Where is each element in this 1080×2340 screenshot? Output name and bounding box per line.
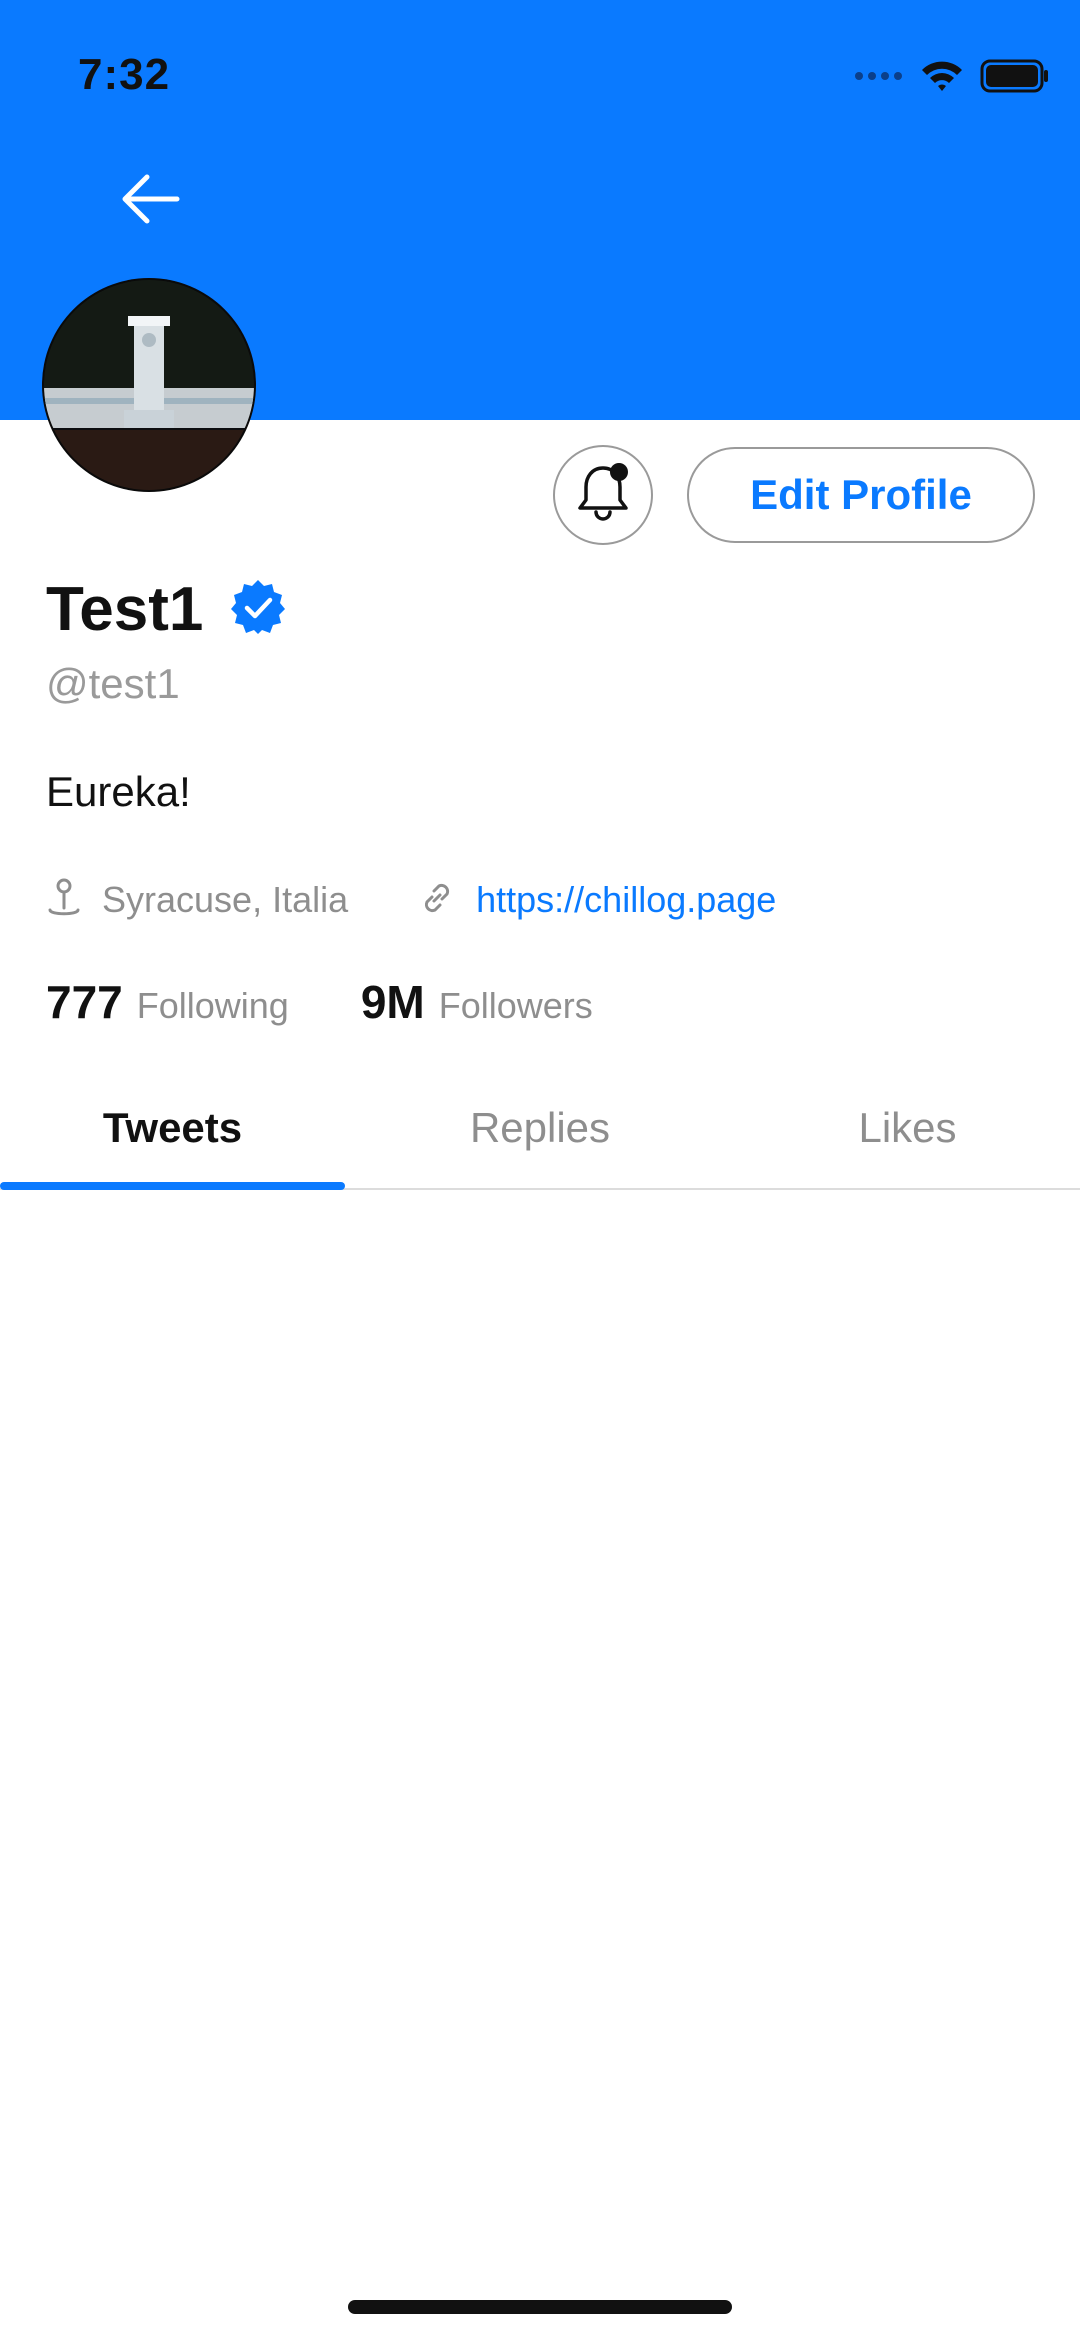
signal-dots-icon — [854, 69, 904, 87]
profile-screen: 7:32 Edit Profile Test1 @test1 Eureka! S… — [0, 0, 1080, 2340]
followers-label[interactable]: Followers — [439, 985, 593, 1027]
website[interactable]: https://chillog.page — [418, 879, 776, 922]
wifi-icon — [920, 59, 964, 98]
tab-likes[interactable]: Likes — [735, 1070, 1080, 1186]
verified-badge-icon — [229, 578, 287, 641]
profile-tabs: Tweets Replies Likes — [0, 1070, 1080, 1190]
profile-meta: Syracuse, Italia https://chillog.page — [46, 872, 776, 928]
follow-stats: 777 Following 9M Followers — [46, 975, 593, 1029]
location: Syracuse, Italia — [46, 878, 348, 923]
website-link[interactable]: https://chillog.page — [476, 879, 776, 921]
bell-icon — [574, 462, 632, 529]
tweets-feed — [0, 1192, 1080, 2272]
link-icon — [418, 879, 456, 922]
arrow-left-icon — [119, 174, 181, 229]
battery-icon — [980, 59, 1050, 98]
status-time: 7:32 — [78, 50, 171, 99]
status-icons — [854, 58, 1050, 98]
back-button[interactable] — [112, 166, 188, 236]
profile-bio: Eureka! — [46, 768, 191, 815]
location-pin-icon — [46, 878, 82, 923]
display-name-row: Test1 — [46, 574, 287, 645]
followers-count[interactable]: 9M — [361, 975, 425, 1029]
edit-profile-button[interactable]: Edit Profile — [687, 447, 1035, 543]
avatar[interactable] — [44, 280, 254, 490]
tab-replies[interactable]: Replies — [345, 1070, 735, 1186]
active-tab-indicator — [0, 1182, 345, 1190]
following-label[interactable]: Following — [137, 985, 289, 1027]
display-name: Test1 — [46, 575, 204, 644]
home-indicator[interactable] — [348, 2300, 732, 2314]
location-text: Syracuse, Italia — [102, 879, 349, 920]
following-count[interactable]: 777 — [46, 975, 123, 1029]
username-handle: @test1 — [46, 660, 180, 707]
tab-tweets[interactable]: Tweets — [0, 1070, 345, 1186]
notify-button[interactable] — [553, 445, 653, 545]
avatar-image — [44, 280, 254, 490]
